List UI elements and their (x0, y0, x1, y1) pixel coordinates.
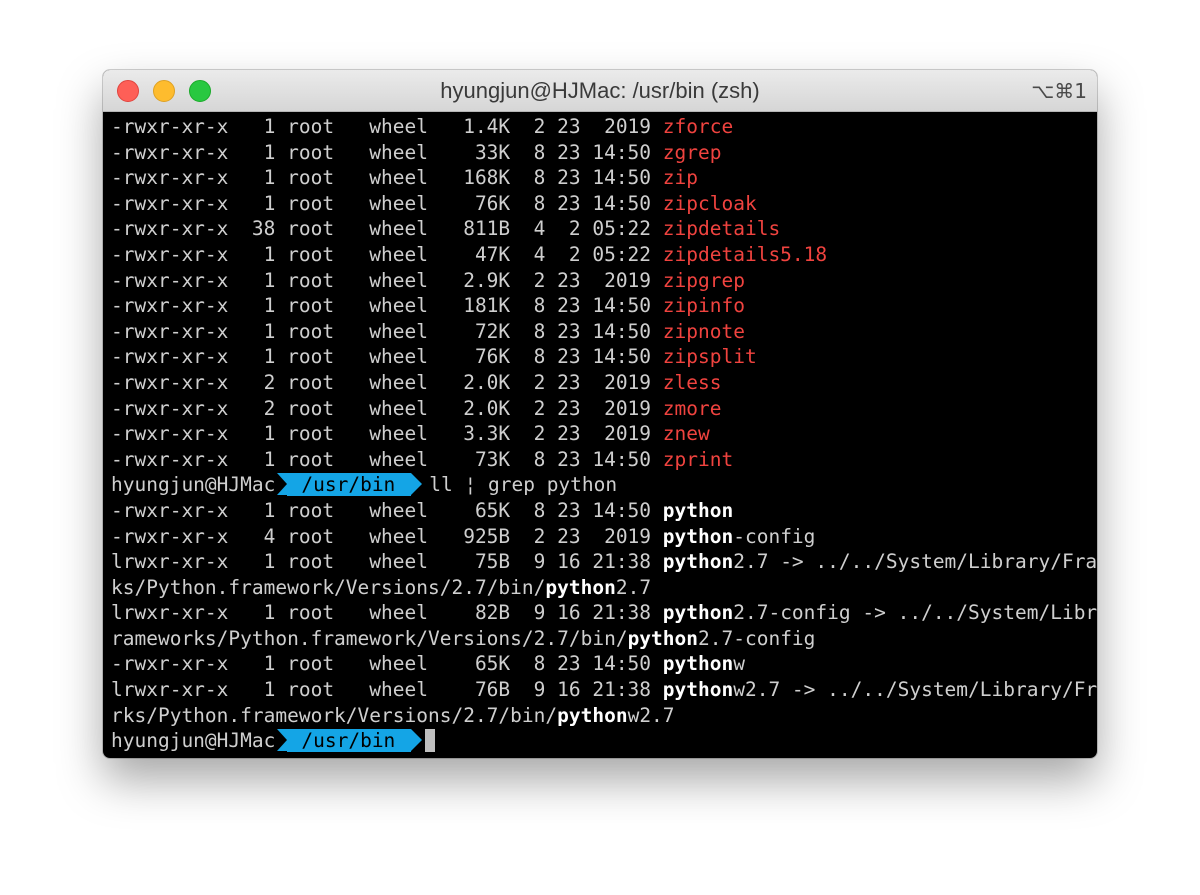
listing-row: -rwxr-xr-x 1 root wheel 181K 8 23 14:50 … (111, 293, 1091, 319)
file-name: zprint (662, 447, 734, 471)
listing-row: -rwxr-xr-x 2 root wheel 2.0K 2 23 2019 z… (111, 370, 1091, 396)
file-attributes: -rwxr-xr-x 38 root wheel 811B 4 2 05:22 (111, 217, 663, 241)
file-name: zipgrep (662, 268, 745, 292)
match-highlight: python (627, 626, 699, 650)
text-cursor[interactable] (425, 729, 436, 753)
file-name: zgrep (662, 140, 722, 164)
file-attributes: -rwxr-xr-x 1 root wheel 73K 8 23 14:50 (111, 447, 663, 471)
grep-result-row: rks/Python.framework/Versions/2.7/bin/py… (111, 703, 1091, 729)
directory-listing: -rwxr-xr-x 1 root wheel 1.4K 2 23 2019 z… (111, 114, 1091, 472)
file-attributes: -rwxr-xr-x 2 root wheel 2.0K 2 23 2019 (111, 370, 663, 394)
file-name: zipnote (662, 319, 745, 343)
listing-row: -rwxr-xr-x 1 root wheel 1.4K 2 23 2019 z… (111, 114, 1091, 140)
match-highlight: python (662, 678, 734, 702)
listing-row: -rwxr-xr-x 1 root wheel 33K 8 23 14:50 z… (111, 140, 1091, 166)
result-text: w2.7 (627, 703, 675, 727)
result-text: -config (733, 524, 816, 548)
file-attributes: -rwxr-xr-x 1 root wheel 33K 8 23 14:50 (111, 140, 663, 164)
result-text: 2.7 (615, 575, 652, 599)
listing-row: -rwxr-xr-x 1 root wheel 76K 8 23 14:50 z… (111, 191, 1091, 217)
grep-result-row: rameworks/Python.framework/Versions/2.7/… (111, 626, 1091, 652)
match-highlight: python (662, 524, 734, 548)
title-bar[interactable]: hyungjun@HJMac: /usr/bin (zsh) ⌥⌘1 (103, 70, 1097, 112)
listing-row: -rwxr-xr-x 1 root wheel 73K 8 23 14:50 z… (111, 447, 1091, 473)
file-attributes: -rwxr-xr-x 1 root wheel 47K 4 2 05:22 (111, 242, 663, 266)
terminal-window[interactable]: hyungjun@HJMac: /usr/bin (zsh) ⌥⌘1 -rwxr… (103, 70, 1097, 758)
grep-results: -rwxr-xr-x 1 root wheel 65K 8 23 14:50 p… (111, 498, 1097, 729)
result-text: 2.7-config (698, 626, 816, 650)
file-name: znew (662, 422, 710, 446)
file-attributes: -rwxr-xr-x 1 root wheel 76K 8 23 14:50 (111, 191, 663, 215)
result-text: rks/Python.framework/Versions/2.7/bin/ (111, 703, 558, 727)
file-name: zipdetails5.18 (662, 242, 828, 266)
grep-result-row: lrwxr-xr-x 1 root wheel 75B 9 16 21:38 p… (111, 549, 1097, 575)
file-name: zless (662, 370, 722, 394)
listing-row: -rwxr-xr-x 1 root wheel 3.3K 2 23 2019 z… (111, 421, 1091, 447)
listing-row: -rwxr-xr-x 2 root wheel 2.0K 2 23 2019 z… (111, 396, 1091, 422)
result-text: lrwxr-xr-x 1 root wheel 76B 9 16 21:38 (111, 678, 663, 702)
file-name: zipdetails (662, 217, 781, 241)
grep-result-row: lrwxr-xr-x 1 root wheel 82B 9 16 21:38 p… (111, 600, 1097, 626)
listing-row: -rwxr-xr-x 1 root wheel 72K 8 23 14:50 z… (111, 319, 1091, 345)
file-attributes: -rwxr-xr-x 1 root wheel 72K 8 23 14:50 (111, 319, 663, 343)
result-text: lrwxr-xr-x 1 root wheel 82B 9 16 21:38 (111, 601, 663, 625)
result-text: lrwxr-xr-x 1 root wheel 75B 9 16 21:38 (111, 550, 663, 574)
listing-row: -rwxr-xr-x 38 root wheel 811B 4 2 05:22 … (111, 216, 1091, 242)
match-highlight: python (662, 498, 734, 522)
listing-row: -rwxr-xr-x 1 root wheel 76K 8 23 14:50 z… (111, 344, 1091, 370)
grep-result-row: -rwxr-xr-x 1 root wheel 65K 8 23 14:50 p… (111, 651, 1091, 677)
file-attributes: -rwxr-xr-x 1 root wheel 1.4K 2 23 2019 (111, 115, 663, 138)
grep-result-row: ks/Python.framework/Versions/2.7/bin/pyt… (111, 575, 1091, 601)
grep-result-row: -rwxr-xr-x 1 root wheel 65K 8 23 14:50 p… (111, 498, 1091, 524)
prompt-path-segment: /usr/bin (277, 729, 423, 753)
file-name: zipinfo (662, 294, 745, 318)
window-shortcut-label: ⌥⌘1 (1031, 79, 1087, 103)
file-attributes: -rwxr-xr-x 1 root wheel 76K 8 23 14:50 (111, 345, 663, 369)
file-attributes: -rwxr-xr-x 1 root wheel 168K 8 23 14:50 (111, 166, 663, 190)
result-text: w2.7 -> ../../System/Library/Framewo (733, 678, 1097, 702)
listing-row: -rwxr-xr-x 1 root wheel 168K 8 23 14:50 … (111, 165, 1091, 191)
match-highlight: python (662, 550, 734, 574)
file-attributes: -rwxr-xr-x 1 root wheel 3.3K 2 23 2019 (111, 422, 663, 446)
file-attributes: -rwxr-xr-x 1 root wheel 2.9K 2 23 2019 (111, 268, 663, 292)
terminal-output[interactable]: -rwxr-xr-x 1 root wheel 1.4K 2 23 2019 z… (111, 114, 1097, 754)
prompt-user: hyungjun@HJMac (111, 473, 276, 497)
result-text: -rwxr-xr-x 1 root wheel 65K 8 23 14:50 (111, 498, 663, 522)
file-name: zipcloak (662, 191, 757, 215)
prompt-line: hyungjun@HJMac/usr/bin ll ¦ grep python (111, 472, 1091, 498)
file-name: zipsplit (662, 345, 757, 369)
grep-result-row: lrwxr-xr-x 1 root wheel 76B 9 16 21:38 p… (111, 677, 1097, 703)
match-highlight: python (662, 601, 734, 625)
match-highlight: python (557, 703, 628, 727)
active-prompt-line[interactable]: hyungjun@HJMac/usr/bin (111, 728, 1091, 754)
result-text: -rwxr-xr-x 4 root wheel 925B 2 23 2019 (111, 524, 663, 548)
result-text: rameworks/Python.framework/Versions/2.7/… (111, 626, 628, 650)
grep-result-row: -rwxr-xr-x 4 root wheel 925B 2 23 2019 p… (111, 524, 1091, 550)
file-name: zforce (662, 115, 734, 138)
file-attributes: -rwxr-xr-x 2 root wheel 2.0K 2 23 2019 (111, 396, 663, 420)
prompt-user: hyungjun@HJMac (111, 729, 276, 753)
prompt-path-segment: /usr/bin (277, 473, 423, 497)
match-highlight: python (662, 652, 734, 676)
listing-row: -rwxr-xr-x 1 root wheel 47K 4 2 05:22 zi… (111, 242, 1091, 268)
match-highlight: python (545, 575, 616, 599)
result-text: 2.7 -> ../../System/Library/Framewor (733, 550, 1097, 574)
listing-row: -rwxr-xr-x 1 root wheel 2.9K 2 23 2019 z… (111, 268, 1091, 294)
command-text: ll ¦ grep python (429, 473, 618, 497)
file-name: zmore (662, 396, 722, 420)
result-text: w (733, 652, 745, 676)
result-text: ks/Python.framework/Versions/2.7/bin/ (111, 575, 546, 599)
window-title: hyungjun@HJMac: /usr/bin (zsh) (440, 78, 760, 103)
file-attributes: -rwxr-xr-x 1 root wheel 181K 8 23 14:50 (111, 294, 663, 318)
result-text: 2.7-config -> ../../System/Library/F (733, 601, 1097, 625)
result-text: -rwxr-xr-x 1 root wheel 65K 8 23 14:50 (111, 652, 663, 676)
file-name: zip (662, 166, 699, 190)
